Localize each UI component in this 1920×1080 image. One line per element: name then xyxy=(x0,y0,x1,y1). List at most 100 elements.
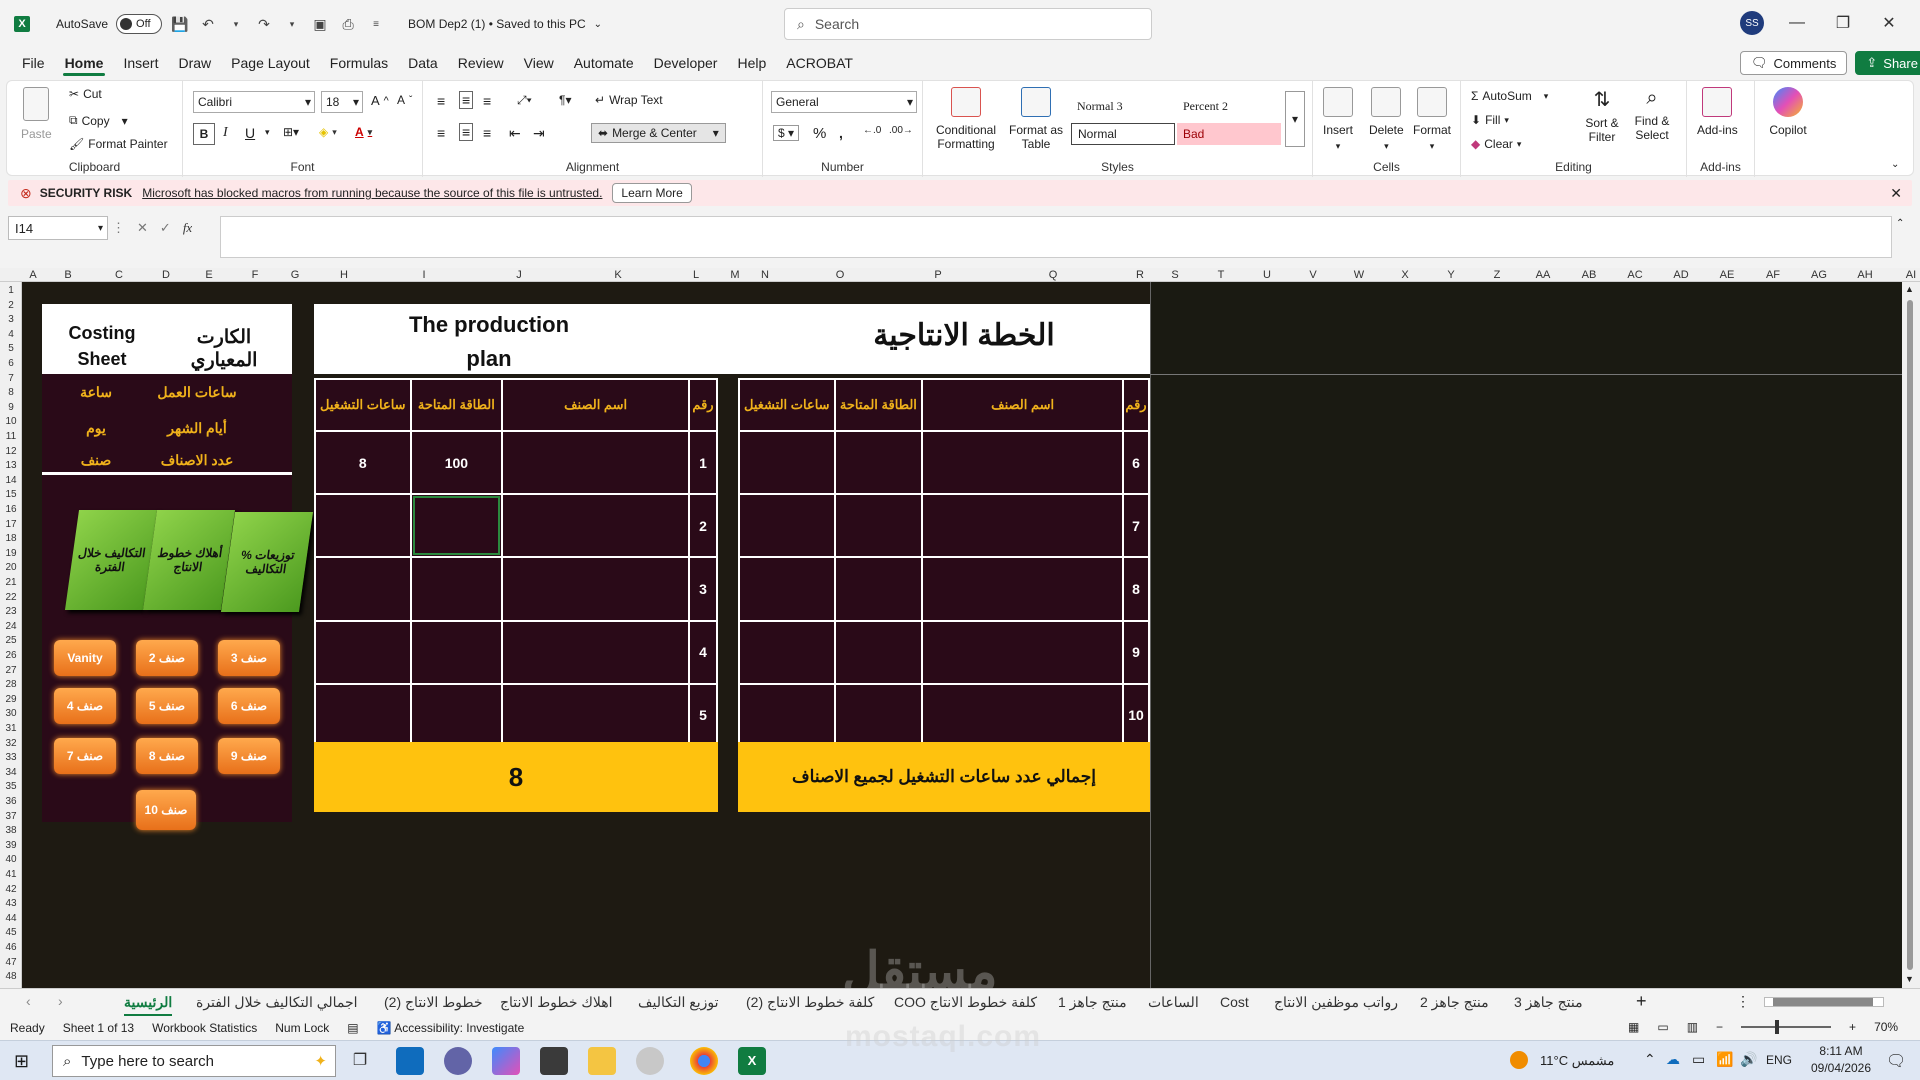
increase-decimal-icon[interactable]: ←.0 xyxy=(863,125,881,136)
snipping-icon[interactable] xyxy=(636,1047,664,1075)
column-header[interactable]: A xyxy=(22,268,44,282)
item-2-button[interactable]: صنف 2 xyxy=(136,640,198,676)
hscroll-thumb[interactable] xyxy=(1773,998,1873,1006)
column-header[interactable]: G xyxy=(278,268,312,282)
capacity-cell[interactable] xyxy=(833,619,924,685)
style-normal[interactable]: Normal xyxy=(1071,123,1175,145)
name-cell[interactable] xyxy=(921,682,1124,749)
borders-icon[interactable]: ⊞▾ xyxy=(283,125,299,139)
row-header[interactable]: 6 xyxy=(0,359,22,369)
item-3-button[interactable]: صنف 3 xyxy=(218,640,280,676)
tab-page-layout[interactable]: Page Layout xyxy=(221,48,320,78)
costs-period-button[interactable]: التكاليف خلال الفترة xyxy=(64,510,158,610)
row-header[interactable]: 22 xyxy=(0,592,22,603)
comments-button[interactable]: 🗨 Comments xyxy=(1740,51,1848,75)
sheet-tab[interactable]: اجمالي التكاليف خلال الفترة xyxy=(196,989,358,1017)
row-header[interactable]: 38 xyxy=(0,826,22,836)
copy-button[interactable]: ⧉ Copy ▾ xyxy=(69,113,128,128)
column-header[interactable]: AG xyxy=(1796,268,1842,282)
item-5-button[interactable]: صنف 5 xyxy=(136,688,198,724)
wifi-icon[interactable]: 📶 xyxy=(1716,1051,1733,1068)
delete-cells-button[interactable]: Delete ▾ xyxy=(1369,87,1404,152)
column-header[interactable]: AC xyxy=(1612,268,1658,282)
column-header[interactable]: U xyxy=(1244,268,1290,282)
decrease-decimal-icon[interactable]: .00→ xyxy=(889,125,913,136)
name-cell[interactable] xyxy=(921,556,1124,622)
column-header[interactable]: S xyxy=(1152,268,1198,282)
bold-button[interactable]: B xyxy=(193,123,215,145)
scroll-up-icon[interactable]: ▲ xyxy=(1905,284,1914,294)
row-header[interactable]: 21 xyxy=(0,578,22,588)
hours-cell[interactable] xyxy=(738,429,836,496)
volume-icon[interactable]: 🔊 xyxy=(1740,1051,1757,1068)
zoom-thumb[interactable] xyxy=(1775,1020,1780,1034)
autosum-button[interactable]: Σ AutoSum ▾ xyxy=(1471,89,1548,103)
font-name-select[interactable]: Calibri ▾ xyxy=(193,91,315,113)
row-header[interactable]: 39 xyxy=(0,840,22,851)
sheet-tab[interactable]: منتج جاهز 3 xyxy=(1514,989,1583,1017)
hours-cell[interactable] xyxy=(738,682,836,749)
column-header[interactable]: M xyxy=(722,268,748,282)
tabs-more-icon[interactable]: ⋮ xyxy=(1736,993,1750,1010)
tab-home[interactable]: Home xyxy=(55,48,114,78)
chrome-icon[interactable] xyxy=(690,1047,718,1075)
column-header[interactable]: K xyxy=(566,268,670,282)
row-header[interactable]: 10 xyxy=(0,417,22,427)
column-header[interactable]: W xyxy=(1336,268,1382,282)
currency-button[interactable]: $ ▾ xyxy=(773,125,800,141)
tab-help[interactable]: Help xyxy=(727,48,776,78)
row-header[interactable]: 48 xyxy=(0,972,22,982)
align-center-icon[interactable]: ≡ xyxy=(459,123,474,141)
format-as-table-button[interactable]: Format as Table xyxy=(1007,87,1065,151)
fill-button[interactable]: ⬇ Fill ▾ xyxy=(1471,113,1509,127)
learn-more-button[interactable]: Learn More xyxy=(612,183,692,203)
scroll-down-icon[interactable]: ▼ xyxy=(1905,974,1914,984)
sheet-tab[interactable]: منتج جاهز 1 xyxy=(1058,989,1127,1017)
row-header[interactable]: 46 xyxy=(0,943,22,953)
share-button[interactable]: ⇪Share▾ xyxy=(1855,51,1920,75)
name-cell[interactable] xyxy=(921,429,1124,496)
restore-icon[interactable]: ❐ xyxy=(1820,0,1866,46)
item-7-button[interactable]: صنف 7 xyxy=(54,738,116,774)
hours-cell[interactable] xyxy=(314,682,412,749)
row-header[interactable]: 12 xyxy=(0,446,22,457)
column-header[interactable]: X xyxy=(1382,268,1428,282)
row-header[interactable]: 4 xyxy=(0,329,22,340)
align-left-icon[interactable]: ≡ xyxy=(437,125,445,141)
capacity-cell[interactable] xyxy=(833,429,924,496)
row-header[interactable]: 8 xyxy=(0,388,22,398)
tab-acrobat[interactable]: ACROBAT xyxy=(776,48,863,78)
language-indicator[interactable]: ENG xyxy=(1766,1053,1792,1067)
form-icon[interactable]: ▣ xyxy=(310,14,330,34)
style-normal3[interactable]: Normal 3 xyxy=(1071,95,1175,117)
decrease-indent-icon[interactable]: ⇤ xyxy=(509,125,521,142)
insert-cells-button[interactable]: Insert ▾ xyxy=(1323,87,1353,152)
align-right-icon[interactable]: ≡ xyxy=(483,125,491,141)
hours-cell[interactable] xyxy=(738,493,836,559)
name-cell[interactable] xyxy=(921,619,1124,685)
taskbar-search[interactable]: ⌕ Type here to search ✦ xyxy=(52,1045,336,1077)
hours-cell[interactable] xyxy=(314,619,412,685)
fill-color-icon[interactable]: ◈ ▾ xyxy=(319,125,337,139)
format-cells-button[interactable]: Format ▾ xyxy=(1413,87,1451,152)
name-cell[interactable] xyxy=(501,682,691,749)
row-header[interactable]: 1 xyxy=(0,286,22,296)
capacity-cell[interactable]: 100 xyxy=(409,429,504,496)
macro-icon[interactable]: ▤ xyxy=(347,1021,358,1035)
avatar[interactable]: SS xyxy=(1740,11,1764,35)
addins-button[interactable]: Add-ins xyxy=(1697,87,1738,137)
row-header[interactable]: 45 xyxy=(0,928,22,938)
tab-developer[interactable]: Developer xyxy=(644,48,728,78)
column-header[interactable]: Y xyxy=(1428,268,1474,282)
row-header[interactable]: 26 xyxy=(0,651,22,661)
accessibility-status[interactable]: ♿ Accessibility: Investigate xyxy=(377,1021,525,1035)
horizontal-scrollbar[interactable] xyxy=(1764,997,1884,1007)
percent-button[interactable]: % xyxy=(813,125,826,142)
row-header[interactable]: 9 xyxy=(0,402,22,413)
column-header[interactable]: AI xyxy=(1888,268,1920,282)
column-header[interactable]: R xyxy=(1128,268,1152,282)
page-break-view-icon[interactable]: ▥ xyxy=(1687,1020,1698,1034)
hours-cell[interactable] xyxy=(738,556,836,622)
tray-chevron-icon[interactable]: ⌃ xyxy=(1644,1051,1656,1068)
conditional-formatting-button[interactable]: Conditional Formatting xyxy=(933,87,999,151)
